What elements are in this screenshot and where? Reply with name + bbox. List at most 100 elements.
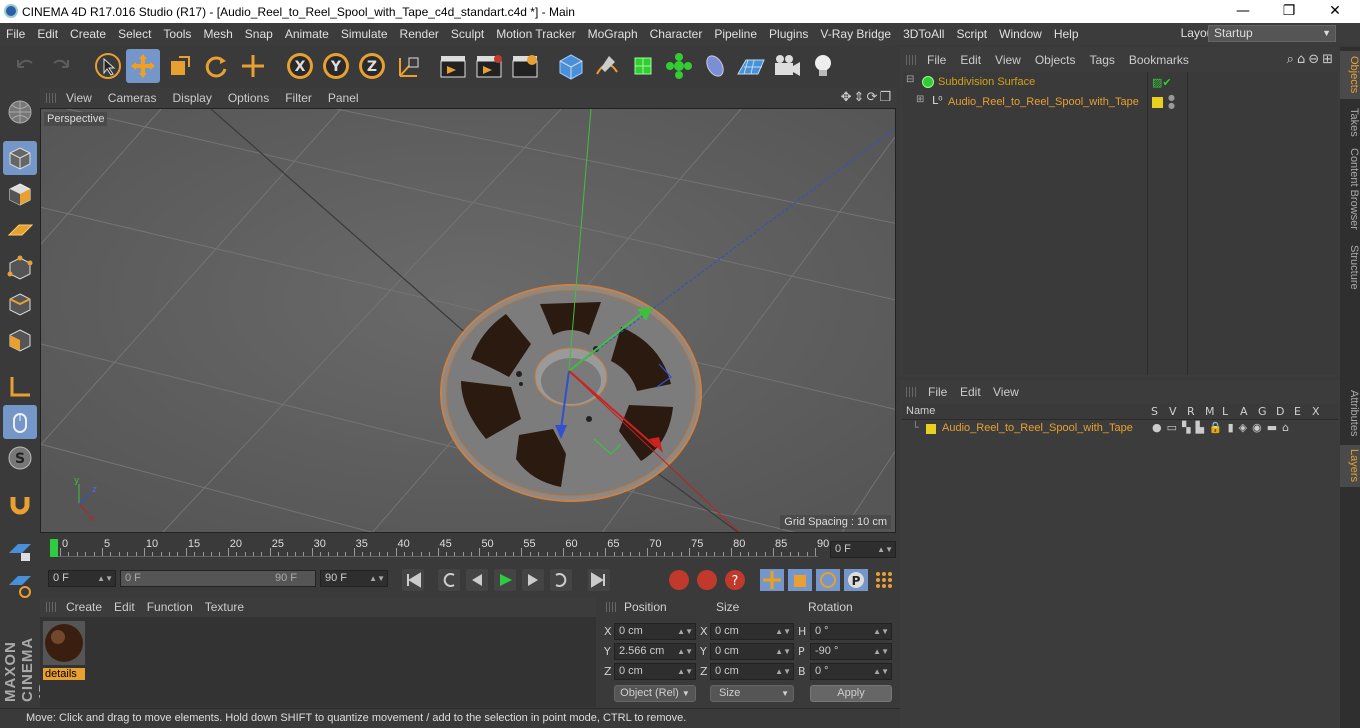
rot-b-field[interactable]: 0 ° ▲▼ (810, 663, 892, 680)
rot-h-field[interactable]: 0 ° ▲▼ (810, 623, 892, 640)
material-menu-create[interactable]: Create (60, 600, 108, 614)
col-name[interactable]: Name (906, 405, 935, 417)
menu-animate[interactable]: Animate (279, 27, 335, 41)
col-m[interactable]: M (1205, 405, 1215, 418)
minimize-button[interactable]: — (1220, 0, 1266, 23)
coord-mode-select[interactable]: Object (Rel) ▼ (614, 685, 696, 702)
texture-mode-button[interactable] (3, 177, 37, 211)
pos-y-field[interactable]: 2.566 cm ▲▼ (614, 643, 696, 660)
polygons-mode-button[interactable] (3, 323, 37, 357)
cloner-button[interactable] (662, 49, 696, 83)
close-button[interactable]: ✕ (1312, 0, 1358, 23)
layer-menu-file[interactable]: File (928, 385, 947, 399)
menu-render[interactable]: Render (394, 27, 445, 41)
expand-icon[interactable]: ⊞ (916, 94, 924, 105)
tab-structure[interactable]: Structure (1340, 239, 1360, 295)
transport-buttons[interactable]: ? P (398, 566, 938, 593)
material-menu-function[interactable]: Function (141, 600, 199, 614)
menu-pipeline[interactable]: Pipeline (708, 27, 763, 41)
camera-label[interactable]: Perspective (44, 112, 108, 126)
visibility-dots-icon[interactable]: ● ● (1168, 94, 1175, 110)
object-name[interactable]: Audio_Reel_to_Reel_Spool_with_Tape (948, 96, 1139, 108)
current-frame-field[interactable]: 0 F ▲▼ (48, 570, 116, 587)
object-menu-file[interactable]: File (920, 53, 953, 67)
locked-workplane-button[interactable] (3, 533, 37, 567)
col-a[interactable]: A (1240, 405, 1248, 418)
col-d[interactable]: D (1276, 405, 1284, 418)
menu-character[interactable]: Character (644, 27, 709, 41)
max-frame-field[interactable]: 90 F ▲▼ (320, 570, 388, 587)
playhead[interactable] (50, 539, 58, 557)
live-select-button[interactable] (91, 49, 125, 83)
col-v[interactable]: V (1169, 405, 1177, 418)
maximize-button[interactable]: ❐ (1266, 0, 1312, 23)
viewport-menu-filter[interactable]: Filter (277, 91, 320, 105)
col-l[interactable]: L (1222, 405, 1228, 418)
timeline-end-field[interactable]: 0 F ▲▼ (830, 541, 896, 558)
pen-spline-button[interactable] (590, 49, 624, 83)
menu-select[interactable]: Select (112, 27, 157, 41)
col-g[interactable]: G (1258, 405, 1267, 418)
menu-window[interactable]: Window (993, 27, 1048, 41)
apply-button[interactable]: Apply (810, 685, 892, 702)
tab-takes[interactable]: Takes (1340, 103, 1360, 141)
ruler-track[interactable]: 0 5 10 15 20 25 30 35 40 45 50 55 60 65 70 75 80 85 90 (50, 538, 829, 557)
rotate-tool-button[interactable] (199, 49, 233, 83)
layer-row[interactable]: └ Audio_Reel_to_Reel_Spool_with_Tape ●▭▚… (902, 421, 1338, 437)
make-editable-button[interactable] (3, 95, 37, 129)
object-menu-tags[interactable]: Tags (1083, 53, 1122, 67)
object-menu-view[interactable]: View (988, 53, 1028, 67)
tree-row[interactable]: ⊟ Subdivision Surface ▨✔ (902, 73, 1338, 92)
size-y-field[interactable]: 0 cm ▲▼ (710, 643, 794, 660)
render-settings-button[interactable] (508, 49, 542, 83)
viewport-menu-display[interactable]: Display (164, 91, 219, 105)
edges-mode-button[interactable] (3, 287, 37, 321)
viewport-menu-cameras[interactable]: Cameras (100, 91, 165, 105)
layer-menu-view[interactable]: View (993, 385, 1019, 399)
size-x-field[interactable]: 0 cm ▲▼ (710, 623, 794, 640)
size-z-field[interactable]: 0 cm ▲▼ (710, 663, 794, 680)
enabled-check-icon[interactable]: ▨✔ (1152, 76, 1172, 89)
undo-button[interactable] (8, 49, 42, 83)
workplane-button[interactable] (3, 213, 37, 247)
model-mode-button[interactable] (3, 141, 37, 175)
pos-z-field[interactable]: 0 cm ▲▼ (614, 663, 696, 680)
menu-edit[interactable]: Edit (31, 27, 64, 41)
tab-layers[interactable]: Layers (1340, 445, 1360, 487)
pos-x-field[interactable]: 0 cm ▲▼ (614, 623, 696, 640)
layout-select[interactable]: Startup ▼ (1208, 25, 1336, 42)
menu-file[interactable]: File (0, 27, 31, 41)
scale-tool-button[interactable] (163, 49, 197, 83)
menu-script[interactable]: Script (950, 27, 993, 41)
menu-snap[interactable]: Snap (239, 27, 279, 41)
col-r[interactable]: R (1187, 405, 1195, 418)
menu-help[interactable]: Help (1048, 27, 1085, 41)
menu-3dtoall[interactable]: 3DToAll (897, 27, 950, 41)
menu-plugins[interactable]: Plugins (763, 27, 814, 41)
viewport-menu-panel[interactable]: Panel (320, 91, 367, 105)
tab-attributes[interactable]: Attributes (1340, 383, 1360, 443)
coordinate-system-button[interactable] (392, 49, 426, 83)
magnet-button[interactable] (3, 487, 37, 521)
menu-motion-tracker[interactable]: Motion Tracker (490, 27, 581, 41)
snap-button[interactable]: S (3, 441, 37, 475)
menu-sculpt[interactable]: Sculpt (445, 27, 490, 41)
layer-menu-edit[interactable]: Edit (960, 385, 981, 399)
tab-objects[interactable]: Objects (1340, 51, 1360, 99)
object-search-icons[interactable]: ⌕⌂⊖⊞ (1287, 52, 1336, 67)
menu-simulate[interactable]: Simulate (335, 27, 394, 41)
x-axis-button[interactable]: X (283, 49, 317, 83)
tab-content-browser[interactable]: Content Browser (1340, 145, 1360, 233)
layer-color-icon[interactable] (1152, 97, 1163, 108)
planar-workplane-button[interactable] (3, 569, 37, 603)
object-menu-bookmarks[interactable]: Bookmarks (1122, 53, 1196, 67)
object-name[interactable]: Subdivision Surface (938, 76, 1035, 88)
menu-tools[interactable]: Tools (157, 27, 197, 41)
viewport-menu-view[interactable]: View (58, 91, 100, 105)
material-menu-edit[interactable]: Edit (108, 600, 141, 614)
material-menu-texture[interactable]: Texture (199, 600, 250, 614)
points-mode-button[interactable] (3, 251, 37, 285)
timeline-ruler[interactable]: 0 5 10 15 20 25 30 35 40 45 50 55 60 65 70 75 80 85 90 0 F… (40, 535, 897, 563)
viewport-menu-options[interactable]: Options (220, 91, 277, 105)
preview-range-slider[interactable]: 0 F 90 F (120, 570, 316, 587)
